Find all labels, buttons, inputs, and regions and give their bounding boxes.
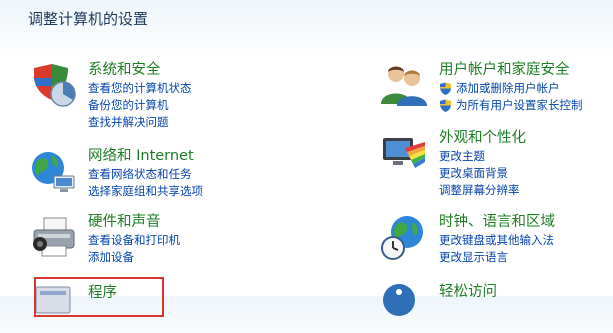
page-title: 调整计算机的设置 [28,10,149,28]
system-security-icon[interactable] [28,60,78,110]
category-title[interactable]: 外观和个性化 [439,128,613,148]
appearance-icon[interactable] [379,128,429,178]
link-add-remove-accounts[interactable]: 添加或删除用户帐户 [439,80,613,97]
category-title[interactable]: 时钟、语言和区域 [439,212,613,232]
network-internet-icon[interactable] [28,146,78,196]
uac-shield-icon [439,82,452,96]
clock-language-region-icon[interactable] [379,212,429,262]
hardware-sound-icon[interactable] [28,212,78,262]
ease-of-access-icon[interactable] [379,282,429,332]
link-change-keyboard-input[interactable]: 更改键盘或其他输入法 [439,232,613,249]
link-change-theme[interactable]: 更改主题 [439,148,613,165]
link-view-computer-status[interactable]: 查看您的计算机状态 [88,80,288,97]
programs-highlight-box [34,277,164,317]
category-title[interactable]: 系统和安全 [88,60,288,80]
link-change-desktop-background[interactable]: 更改桌面背景 [439,165,613,182]
user-accounts-icon[interactable] [379,60,429,110]
category-title[interactable]: 网络和 Internet [88,146,288,166]
uac-shield-icon [439,99,452,113]
link-homegroup-sharing[interactable]: 选择家庭组和共享选项 [88,183,288,200]
category-title[interactable]: 轻松访问 [439,282,613,302]
category-title[interactable]: 硬件和声音 [88,212,288,232]
link-change-display-language[interactable]: 更改显示语言 [439,249,613,266]
category-title[interactable]: 用户帐户和家庭安全 [439,60,613,80]
link-parental-controls[interactable]: 为所有用户设置家长控制 [439,97,613,114]
link-devices-printers[interactable]: 查看设备和打印机 [88,232,288,249]
link-add-device[interactable]: 添加设备 [88,249,288,266]
link-adjust-resolution[interactable]: 调整屏幕分辨率 [439,182,613,199]
link-troubleshoot[interactable]: 查找并解决问题 [88,114,288,131]
link-backup-computer[interactable]: 备份您的计算机 [88,97,288,114]
link-network-status[interactable]: 查看网络状态和任务 [88,166,288,183]
